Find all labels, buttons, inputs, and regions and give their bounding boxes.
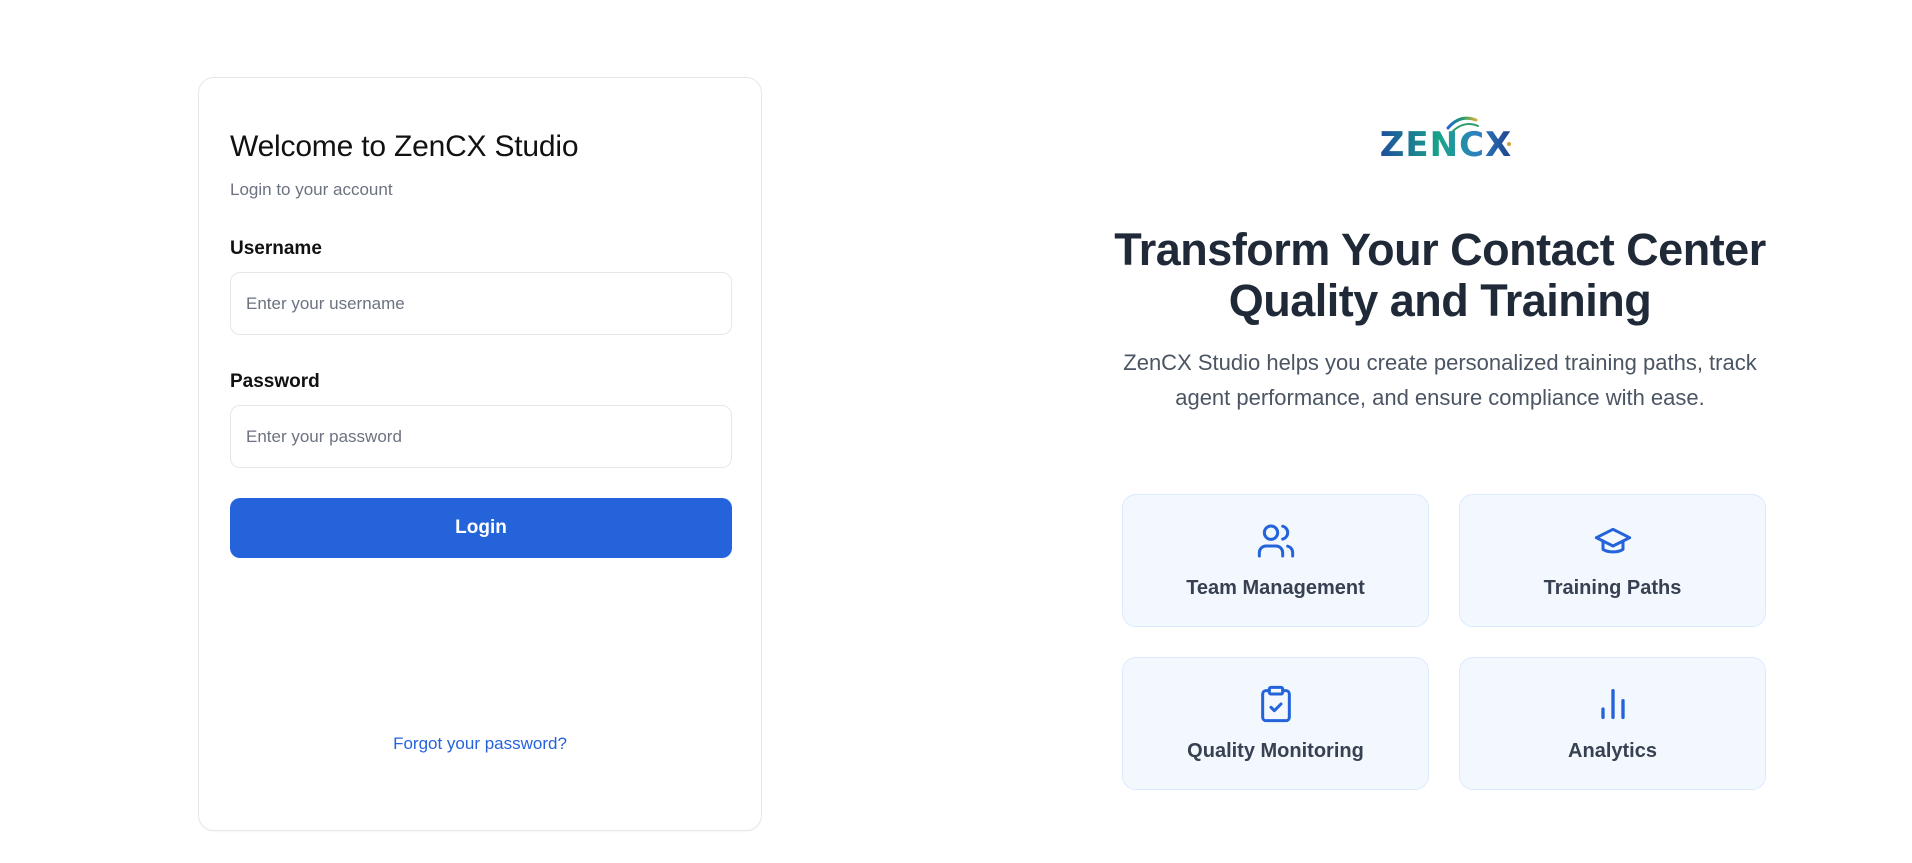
- username-input[interactable]: [230, 272, 732, 335]
- feature-label: Analytics: [1568, 740, 1657, 762]
- svg-text:ZENCX: ZENCX: [1380, 125, 1513, 165]
- clipboard-check-icon: [1256, 684, 1296, 724]
- forgot-password-link[interactable]: Forgot your password?: [199, 734, 761, 754]
- feature-card-team-management: Team Management: [1122, 494, 1429, 627]
- feature-label: Training Paths: [1543, 577, 1682, 599]
- password-label: Password: [230, 371, 320, 392]
- users-icon: [1256, 521, 1296, 561]
- login-subtitle: Login to your account: [230, 180, 393, 199]
- login-card: Welcome to ZenCX Studio Login to your ac…: [198, 77, 762, 831]
- password-input[interactable]: [230, 405, 732, 468]
- graduation-cap-icon: [1593, 521, 1633, 561]
- login-button[interactable]: Login: [230, 498, 732, 558]
- bar-chart-icon: [1593, 684, 1633, 724]
- login-title: Welcome to ZenCX Studio: [230, 130, 579, 163]
- feature-card-analytics: Analytics: [1459, 657, 1766, 790]
- feature-card-quality-monitoring: Quality Monitoring: [1122, 657, 1429, 790]
- hero-description: ZenCX Studio helps you create personaliz…: [1123, 350, 1757, 410]
- zencx-logo: ZENCX: [1378, 106, 1514, 168]
- username-label: Username: [230, 238, 322, 259]
- feature-card-training-paths: Training Paths: [1459, 494, 1766, 627]
- hero-title: Transform Your Contact Center Quality an…: [1114, 224, 1766, 326]
- feature-label: Quality Monitoring: [1187, 740, 1364, 762]
- feature-label: Team Management: [1186, 577, 1365, 599]
